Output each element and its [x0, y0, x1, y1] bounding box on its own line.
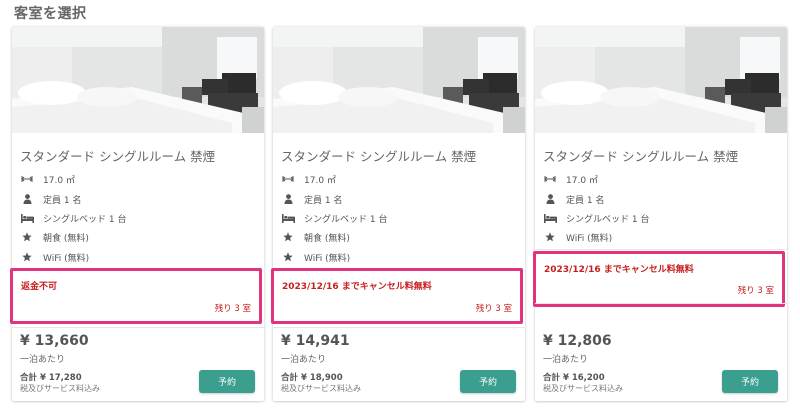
feature-wifi: WiFi (無料)	[20, 249, 89, 265]
cancellation-policy: 2023/12/16 までキャンセル料無料	[544, 265, 694, 275]
section-title: 客室を選択	[14, 6, 87, 22]
room-card: スタンダード シングルルーム 禁煙 17.0 ㎡ 定員 1 名 シングルベッド …	[10, 27, 264, 401]
rooms-remaining: 残り 3 室	[737, 286, 774, 296]
per-night-label: 一泊あたり	[20, 355, 66, 365]
person-icon	[543, 193, 557, 205]
room-name: スタンダード シングルルーム 禁煙	[281, 149, 477, 164]
divider	[535, 249, 787, 250]
feature-capacity: 定員 1 名	[543, 191, 604, 207]
bed-icon	[20, 212, 34, 224]
price-per-night: ¥ 13,660	[20, 333, 89, 349]
total-price: 合計 ¥ 17,280	[20, 373, 82, 383]
room-name: スタンダード シングルルーム 禁煙	[543, 149, 739, 164]
area-arrows-icon	[20, 173, 34, 185]
rooms-remaining: 残り 3 室	[214, 304, 251, 314]
room-card: スタンダード シングルルーム 禁煙 17.0 ㎡ 定員 1 名 シングルベッド …	[271, 27, 525, 401]
room-photo[interactable]	[535, 27, 787, 133]
star-icon	[281, 251, 295, 263]
cancellation-policy: 返金不可	[21, 282, 58, 292]
bed-icon	[543, 212, 557, 224]
per-night-label: 一泊あたり	[543, 355, 589, 365]
room-photo[interactable]	[273, 27, 525, 133]
divider	[12, 327, 264, 328]
feature-capacity: 定員 1 名	[20, 191, 81, 207]
total-price: 合計 ¥ 18,900	[281, 373, 343, 383]
star-icon	[20, 231, 34, 243]
tax-note: 税及びサービス料込み	[20, 384, 100, 393]
feature-wifi: WiFi (無料)	[543, 229, 612, 245]
rooms-remaining: 残り 3 室	[475, 304, 512, 314]
feature-area: 17.0 ㎡	[543, 171, 598, 187]
feature-breakfast: 朝食 (無料)	[20, 229, 89, 245]
divider	[535, 303, 787, 304]
person-icon	[20, 193, 34, 205]
cancellation-policy-box: 2023/12/16 までキャンセル料無料 残り 3 室	[271, 268, 523, 324]
star-icon	[20, 251, 34, 263]
reserve-button[interactable]: 予約	[460, 370, 516, 393]
room-card: スタンダード シングルルーム 禁煙 17.0 ㎡ 定員 1 名 シングルベッド …	[533, 27, 787, 401]
feature-breakfast: 朝食 (無料)	[281, 229, 350, 245]
room-name: スタンダード シングルルーム 禁煙	[20, 149, 216, 164]
cancellation-policy: 2023/12/16 までキャンセル料無料	[282, 282, 432, 292]
feature-capacity: 定員 1 名	[281, 191, 342, 207]
cancellation-policy-box: 返金不可 残り 3 室	[10, 268, 262, 324]
divider	[273, 327, 525, 328]
person-icon	[281, 193, 295, 205]
bed-icon	[281, 212, 295, 224]
feature-bed: シングルベッド 1 台	[20, 210, 126, 226]
room-photo[interactable]	[12, 27, 264, 133]
total-price: 合計 ¥ 16,200	[543, 373, 605, 383]
area-arrows-icon	[543, 173, 557, 185]
area-arrows-icon	[281, 173, 295, 185]
feature-area: 17.0 ㎡	[20, 171, 75, 187]
star-icon	[543, 231, 557, 243]
feature-bed: シングルベッド 1 台	[543, 210, 649, 226]
reserve-button[interactable]: 予約	[199, 370, 255, 393]
per-night-label: 一泊あたり	[281, 355, 327, 365]
feature-wifi: WiFi (無料)	[281, 249, 350, 265]
reserve-button[interactable]: 予約	[722, 370, 778, 393]
star-icon	[281, 231, 295, 243]
price-per-night: ¥ 14,941	[281, 333, 350, 349]
feature-area: 17.0 ㎡	[281, 171, 336, 187]
tax-note: 税及びサービス料込み	[543, 384, 623, 393]
feature-bed: シングルベッド 1 台	[281, 210, 387, 226]
price-per-night: ¥ 12,806	[543, 333, 612, 349]
cancellation-policy-box: 2023/12/16 までキャンセル料無料 残り 3 室	[533, 251, 785, 307]
tax-note: 税及びサービス料込み	[281, 384, 361, 393]
